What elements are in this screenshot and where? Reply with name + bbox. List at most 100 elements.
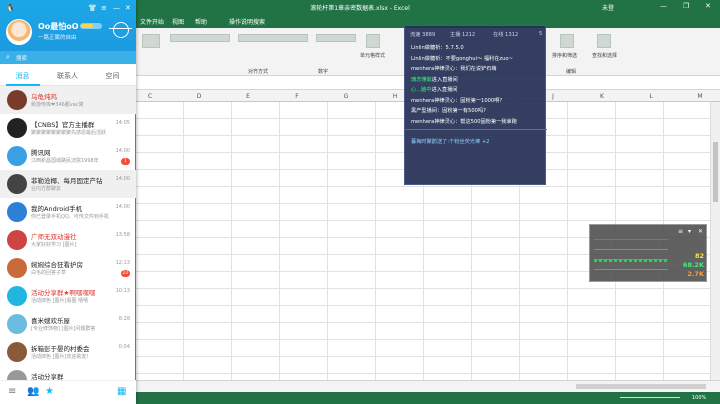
danmaku-text: 不要gonghui～ 福利在zuo~	[445, 55, 513, 62]
number-group-label: 数字	[318, 69, 329, 75]
list-item[interactable]: 我的Android手机 你已登录手机QQ、可传文件到手机 14:00	[0, 198, 136, 226]
menu-icon[interactable]: ≡	[101, 5, 107, 12]
column-header[interactable]: G	[340, 93, 352, 100]
avatar[interactable]	[6, 19, 32, 45]
sort-filter-label[interactable]: 排序和筛选	[552, 52, 577, 59]
horizontal-scrollbar[interactable]	[576, 384, 706, 389]
maximize-icon[interactable]: ❐	[683, 2, 689, 10]
close-icon[interactable]: ✕	[698, 228, 703, 235]
danmaku-user: 心...脑中	[411, 87, 432, 93]
conversation-name: 乌龟炖鸡	[31, 93, 57, 101]
weather-sun-icon[interactable]	[109, 22, 132, 38]
tab-file[interactable]: 文件	[140, 17, 152, 26]
list-item[interactable]: 菲勒沧椰、每月固定产钻 业内方群聊友 14:00	[0, 170, 136, 198]
zoom-slider[interactable]	[620, 397, 680, 398]
tab-help[interactable]: 帮助	[195, 17, 207, 26]
scroll-thumb[interactable]	[713, 142, 718, 202]
list-item[interactable]: 【CNBS】官方主播群 聚聚聚聚聚聚聚聚先感恩最后活跃 14:05	[0, 114, 136, 142]
tab-home[interactable]: 开始	[152, 17, 164, 26]
minimize-icon[interactable]: —	[660, 2, 667, 10]
conversation-time: 12:13	[115, 260, 130, 266]
edit-group-label: 编辑	[566, 69, 577, 75]
column-header[interactable]: H	[389, 93, 401, 100]
close-icon[interactable]: ✕	[125, 5, 131, 12]
font-box[interactable]	[170, 34, 230, 42]
conversation-preview: 大家好好学习 [图片]	[31, 242, 77, 248]
stat-item: 流速 3889	[410, 32, 436, 38]
conversation-time: 13:58	[115, 232, 130, 238]
conversation-list[interactable]: 乌龟炖鸡 频游传库❤346都vac简 【CNBS】官方主播群 聚聚聚聚聚聚聚聚先感恩最…	[0, 86, 136, 380]
menu-icon[interactable]: ≡	[678, 228, 683, 235]
contacts-icon[interactable]: 👥	[27, 386, 39, 397]
skin-icon[interactable]: 👕	[88, 5, 97, 12]
column-header[interactable]: K	[596, 93, 608, 100]
tab-contacts[interactable]: 联系人	[45, 71, 90, 81]
zoom-level[interactable]: 100%	[692, 395, 706, 401]
tab-tell-me[interactable]: 操作说明搜索	[229, 17, 265, 26]
conditional-format-icon[interactable]	[366, 34, 380, 48]
conversation-time: 10:13	[115, 288, 130, 294]
avatar	[7, 146, 27, 166]
paste-icon[interactable]	[142, 34, 160, 48]
nickname[interactable]: Oo最怕oO	[38, 21, 79, 32]
danmaku-text: 进入直播间	[431, 87, 458, 93]
conversation-preview: 江西新昌国城路民法院1998年	[31, 158, 99, 164]
signature[interactable]: 一路正属的自由	[38, 33, 77, 41]
conversation-name: 腾讯网	[31, 149, 51, 157]
tab-view[interactable]: 视图	[172, 17, 184, 26]
column-header[interactable]: D	[193, 93, 205, 100]
excel-user[interactable]: 未登	[602, 3, 614, 12]
list-item[interactable]: 广师无双动漫社 大家好好学习 [图片] 13:58	[0, 226, 136, 254]
cell-style-label[interactable]: 单元格样式	[360, 52, 385, 59]
column-header[interactable]: E	[242, 93, 254, 100]
danmaku-user: menhera神律灵心：	[411, 66, 461, 72]
conversation-time: 0:04	[118, 344, 130, 350]
vertical-scrollbar[interactable]	[710, 102, 720, 392]
column-header[interactable]: L	[645, 93, 657, 100]
conversation-preview: 频游传库❤346都vac简	[31, 102, 84, 108]
apps-icon[interactable]: ▦	[117, 386, 126, 397]
column-header[interactable]: F	[291, 93, 303, 100]
search-bar[interactable]: ⌕ 搜索	[0, 51, 136, 64]
align-group-label: 对齐方式	[248, 69, 269, 75]
list-item[interactable]: 乌龟炖鸡 频游传库❤346都vac简	[0, 86, 136, 114]
column-header[interactable]: C	[144, 93, 156, 100]
avatar	[7, 202, 27, 222]
list-item[interactable]: 婉婉综合狂看护房 白毛的回答子草 12:13 22	[0, 254, 136, 282]
avatar	[7, 118, 27, 138]
conversation-preview: 聚聚聚聚聚聚聚聚先感恩最后活跃	[31, 130, 107, 136]
column-header[interactable]: M	[694, 93, 706, 100]
find-icon[interactable]	[597, 34, 611, 48]
danmaku-overlay[interactable]: 流速 3889 主播 1212 在线 1312 5 Linlin做糖祈：5.7.…	[404, 25, 547, 185]
tab-messages[interactable]: 消息	[0, 71, 45, 81]
network-monitor[interactable]: ≡ ▾ ✕ 82 68.2K 2.7K	[589, 224, 707, 282]
gift-message: 暮梅时聚鹊送了:个粉丝荧光棒 +2	[411, 139, 490, 145]
search-input[interactable]: 搜索	[16, 54, 27, 62]
align-buttons[interactable]	[238, 34, 308, 42]
qq-panel: 🐧 👕 ≡ — ✕ Oo最怕oO 一路正属的自由 ⌕ 搜索 消息 联系人 空间 …	[0, 0, 136, 404]
tab-qzone[interactable]: 空间	[90, 71, 135, 81]
list-item[interactable]: 拆箱彭于晏的村委会 活动掉色 [图片]欢迎助友! 0:04	[0, 338, 136, 366]
main-menu-icon[interactable]: ≡	[8, 386, 16, 397]
danmaku-text: 固粉第一有500吗?	[442, 108, 486, 114]
sort-filter-icon[interactable]	[560, 34, 574, 48]
list-item[interactable]: 活动分享群★啊嘿嘿嘿 活动掉色 [图片]看图 嘻嘻 10:13	[0, 282, 136, 310]
favorites-icon[interactable]: ★	[45, 386, 54, 397]
find-select-label[interactable]: 查找和选择	[592, 52, 617, 59]
list-item[interactable]: 喜米嫂欢乐屋 [专业修饰物] [图片]问题群答 8:28	[0, 310, 136, 338]
minimize-icon[interactable]: —	[113, 5, 120, 12]
number-format[interactable]	[316, 34, 356, 42]
collapse-icon[interactable]: ▾	[688, 228, 691, 235]
danmaku-line: 黑产型播间：固粉第一有500吗?	[411, 107, 486, 114]
list-item[interactable]: 腾讯网 江西新昌国城路民法院1998年 14:00 1	[0, 142, 136, 170]
unread-badge: 1	[121, 158, 130, 165]
close-icon[interactable]: ✕	[705, 2, 711, 10]
list-item[interactable]: 活动分享群	[0, 366, 136, 380]
conversation-name: 我的Android手机	[31, 205, 83, 213]
avatar	[7, 258, 27, 278]
danmaku-user: 黑产型播间：	[411, 108, 443, 114]
traffic-bars	[594, 259, 668, 262]
column-header[interactable]: J	[547, 93, 559, 100]
conversation-preview: [专业修饰物] [图片]问题群答	[31, 326, 96, 332]
conversation-time: 14:00	[115, 176, 130, 182]
